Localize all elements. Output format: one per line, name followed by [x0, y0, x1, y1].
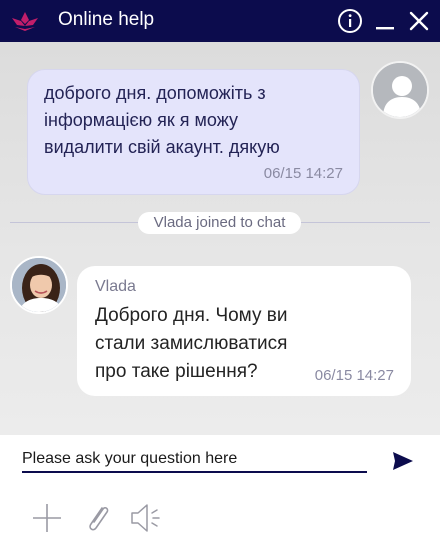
user-message-text: доброго дня. допоможіть з інформацією як… [44, 83, 280, 157]
agent-message-bubble: Vlada Доброго дня. Чому ви стали замислю… [77, 266, 411, 396]
agent-message-text: Доброго дня. Чому ви стали замислюватися… [95, 305, 288, 382]
send-button[interactable] [389, 448, 417, 474]
speaker-icon [131, 504, 160, 532]
agent-name: Vlada [95, 278, 136, 295]
paperclip-icon [89, 506, 109, 531]
attach-button[interactable] [80, 500, 116, 536]
send-icon [393, 452, 413, 470]
chat-header: Online help [0, 0, 440, 42]
add-button[interactable] [29, 500, 65, 536]
message-timestamp: 06/15 14:27 [263, 165, 343, 182]
message-input[interactable] [22, 447, 367, 473]
lotus-logo-icon [12, 12, 38, 31]
user-message-bubble: доброго дня. допоможіть з інформацією як… [27, 69, 360, 195]
header-title: Online help [58, 9, 155, 30]
message-timestamp: 06/15 14:27 [314, 367, 394, 384]
info-button[interactable] [333, 0, 367, 42]
composer [0, 435, 440, 541]
minimize-icon [376, 27, 394, 30]
close-button[interactable] [402, 0, 436, 42]
close-icon [409, 11, 429, 31]
minimize-button[interactable] [368, 0, 402, 42]
agent-photo [12, 258, 66, 312]
user-silhouette-icon [373, 63, 427, 117]
user-avatar [371, 61, 429, 119]
plus-icon [33, 504, 61, 532]
message-list[interactable]: доброго дня. допоможіть з інформацією як… [0, 42, 440, 435]
agent-avatar [10, 256, 68, 314]
system-notice: Vlada joined to chat [138, 212, 301, 234]
info-icon [338, 9, 362, 33]
sound-button[interactable] [128, 500, 164, 536]
